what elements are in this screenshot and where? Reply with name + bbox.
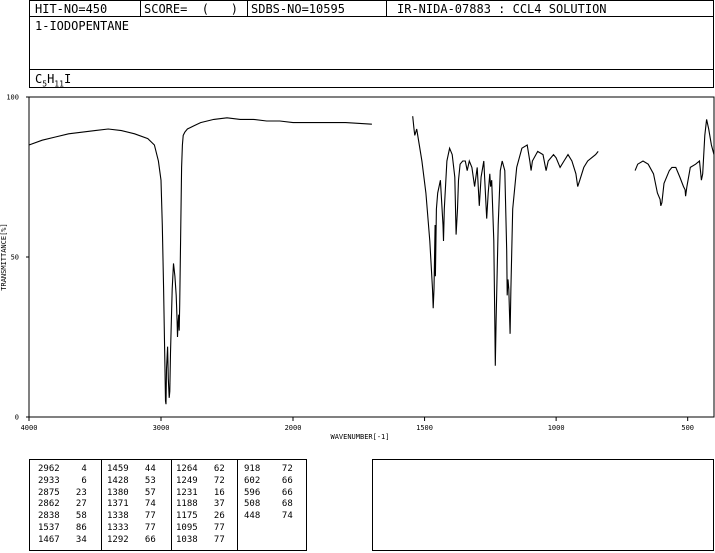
peak-row: 1231 16 [176, 487, 225, 498]
peak-row: 1188 37 [176, 499, 225, 510]
x-tick-label: 4000 [21, 424, 38, 432]
peak-row: 596 66 [244, 487, 293, 498]
peak-row: 1249 72 [176, 475, 225, 486]
peak-column: 918 72 602 66 596 66 508 68 448 74 [244, 464, 293, 523]
y-tick-label: 0 [15, 414, 19, 422]
peak-row: 1467 34 [38, 534, 87, 545]
peak-column: 2962 4 2933 6 2875 23 2862 27 2838 58 1537 86… [38, 464, 87, 547]
x-tick-label: 3000 [153, 424, 170, 432]
plot-frame [28, 96, 715, 418]
x-axis-label: WAVENUMBER[-1] [330, 433, 389, 441]
peak-row: 1380 57 [107, 487, 156, 498]
y-tick-label: 100 [6, 94, 19, 102]
peak-row: 448 74 [244, 511, 293, 522]
peak-row: 1038 77 [176, 534, 225, 545]
spectrum-trace [28, 116, 715, 405]
x-tick-label: 1000 [548, 424, 565, 432]
peak-column: 1459 44 1428 53 1380 57 1371 74 1338 77 1333 … [107, 464, 156, 547]
y-axis-label: TRANSMITTANCE[%] [0, 223, 8, 290]
x-tick-label: 500 [681, 424, 694, 432]
peak-row: 918 72 [244, 464, 293, 474]
peak-row: 2838 58 [38, 511, 87, 522]
ir-spectrum-chart: 4000 3000 2000 1500 1000 500 0 50 100 WAVENUMBER… [0, 94, 715, 441]
x-tick-label: 2000 [285, 424, 302, 432]
peak-row: 1095 77 [176, 522, 225, 533]
y-tick-label: 50 [11, 254, 19, 262]
peak-table: 2962 4 2933 6 2875 23 2862 27 2838 58 1537 86… [29, 459, 307, 551]
peak-column: 1264 62 1249 72 1231 16 1188 37 1175 26 1095 … [176, 464, 225, 547]
peak-row: 1371 74 [107, 499, 156, 510]
peak-row: 1428 53 [107, 475, 156, 486]
peak-row: 2862 27 [38, 499, 87, 510]
peak-row: 1459 44 [107, 464, 156, 474]
x-tick-label: 1500 [416, 424, 433, 432]
peak-row: 2875 23 [38, 487, 87, 498]
peak-row: 1292 66 [107, 534, 156, 545]
peak-row: 1537 86 [38, 522, 87, 533]
peak-row: 1333 77 [107, 522, 156, 533]
peak-row: 602 66 [244, 475, 293, 486]
peak-row: 2933 6 [38, 475, 87, 486]
peak-row: 1338 77 [107, 511, 156, 522]
empty-panel [372, 459, 714, 551]
peak-row: 1175 26 [176, 511, 225, 522]
peak-row: 508 68 [244, 499, 293, 510]
peak-row: 1264 62 [176, 464, 225, 474]
peak-row: 2962 4 [38, 464, 87, 474]
